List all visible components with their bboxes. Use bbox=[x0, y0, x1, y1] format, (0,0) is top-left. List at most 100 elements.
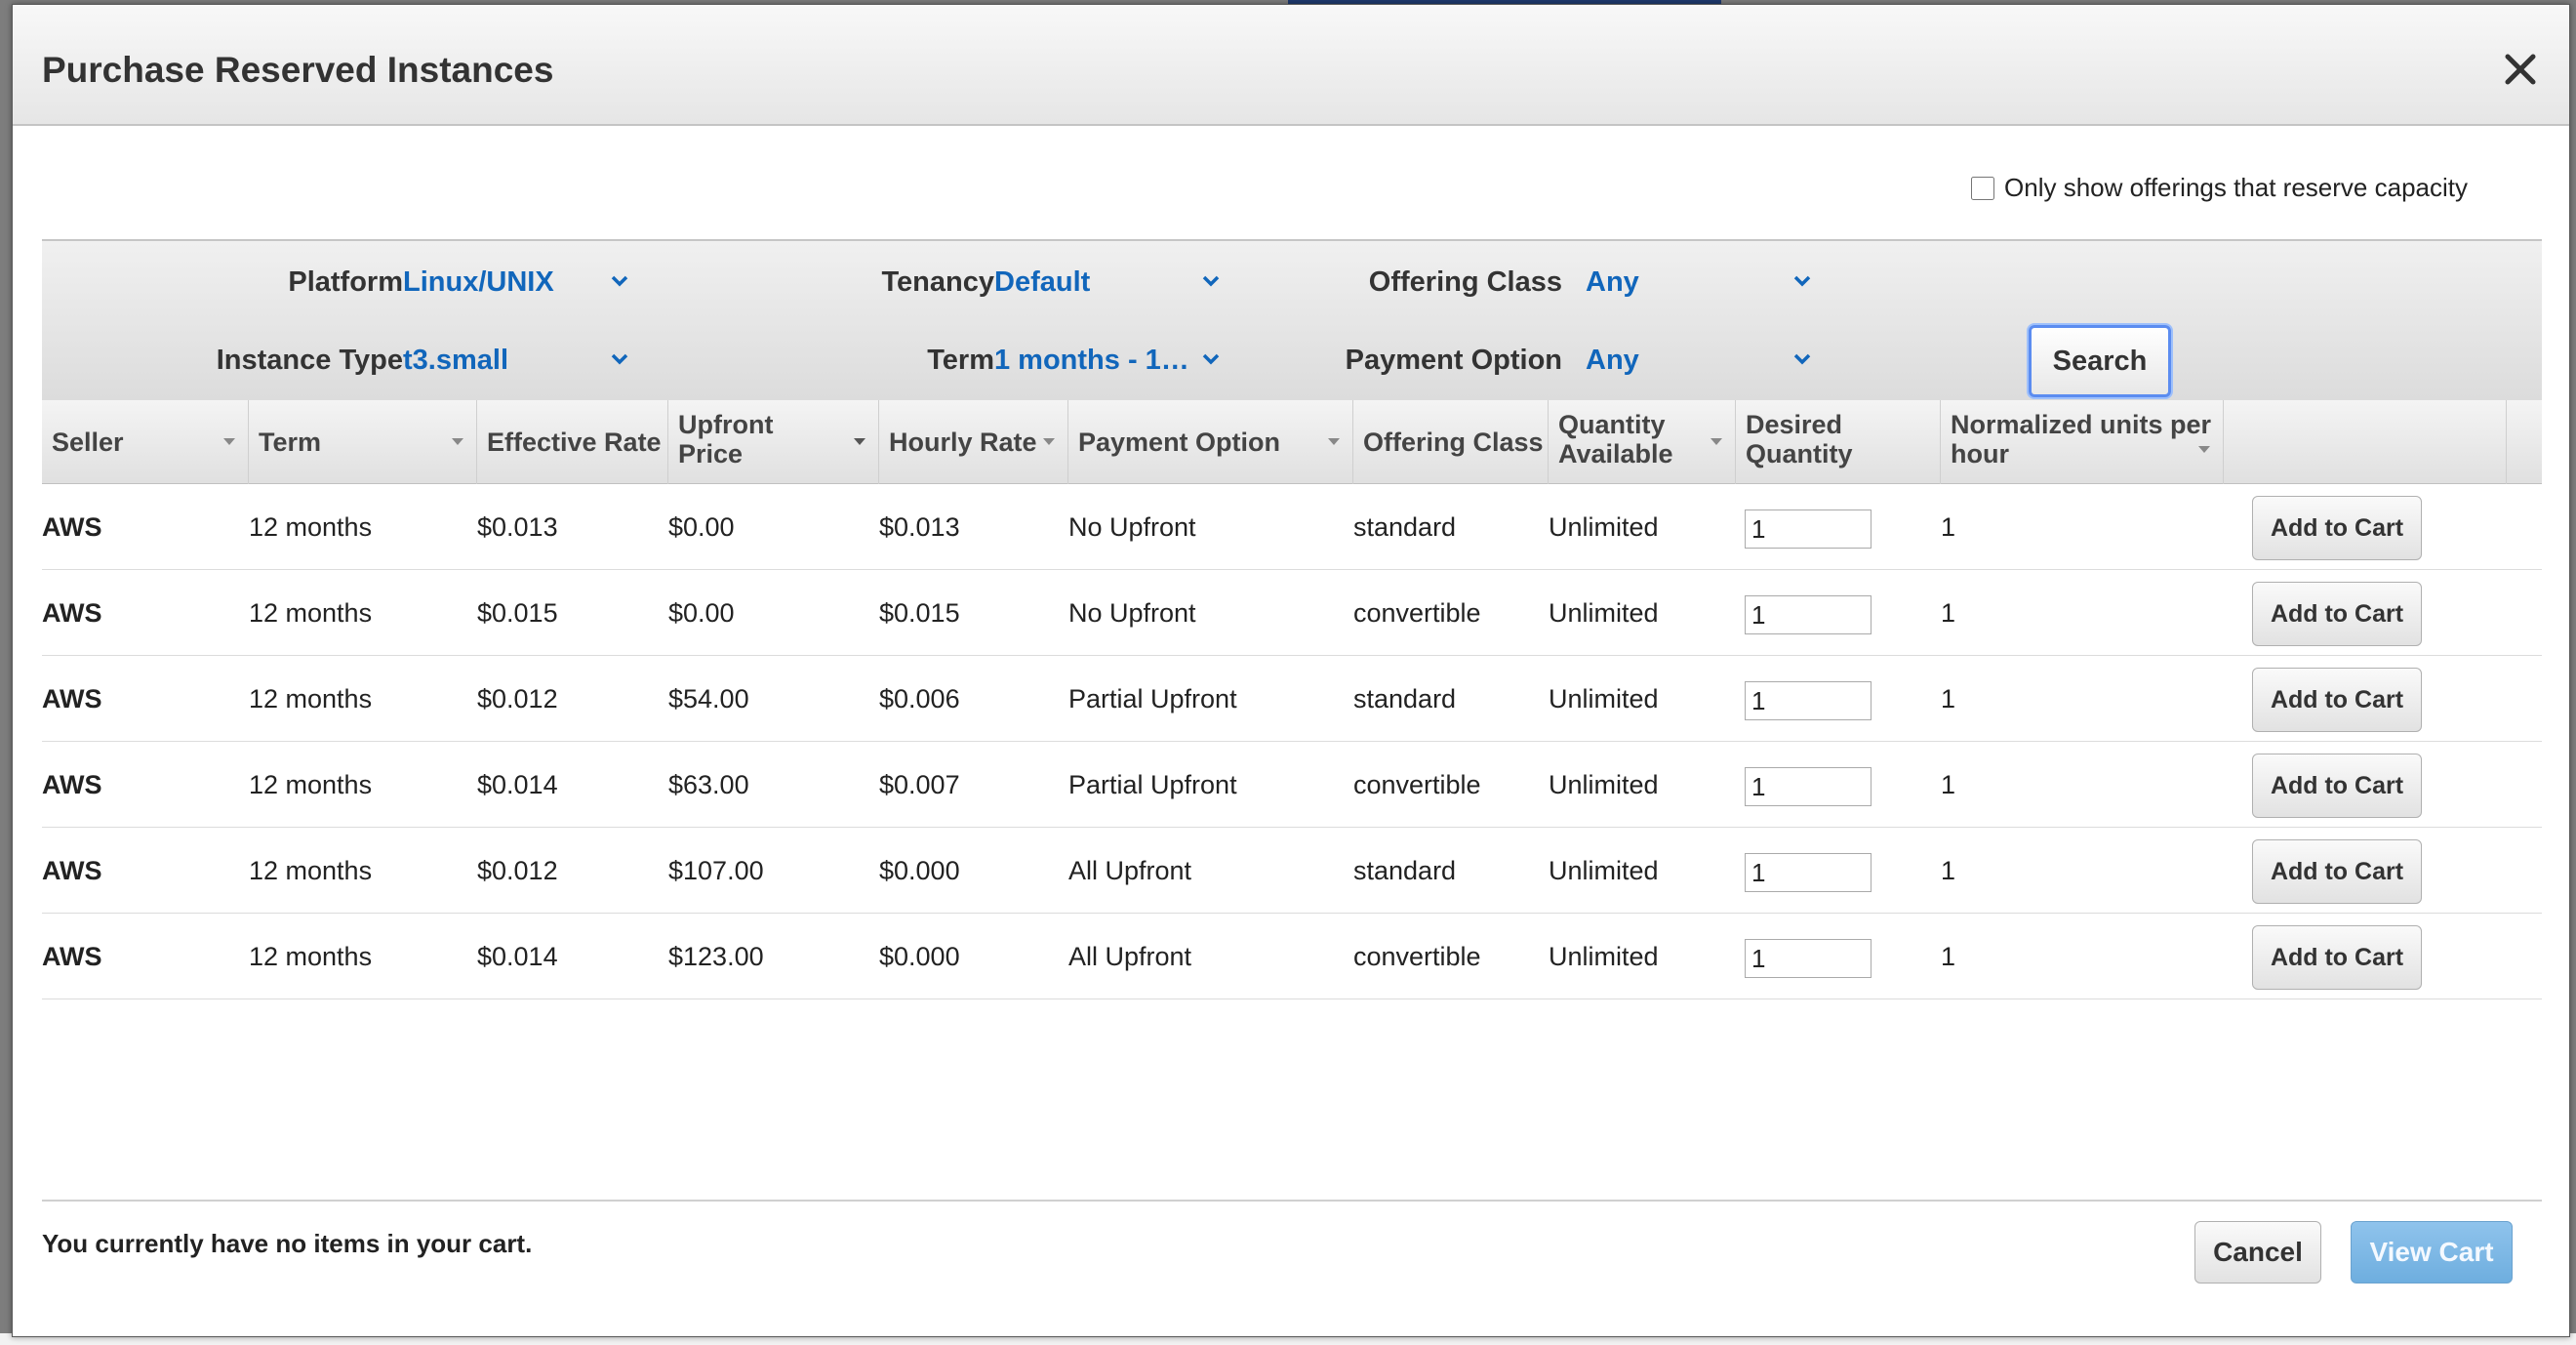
column-header-label: Effective Rate bbox=[487, 428, 662, 457]
cell-term: 12 months bbox=[249, 512, 373, 542]
table-row: AWS 12 months $0.012 $54.00 $0.006 Partial Up… bbox=[42, 656, 2542, 742]
cell-effective-rate: $0.014 bbox=[477, 770, 558, 799]
desired-quantity-input[interactable] bbox=[1745, 939, 1872, 978]
column-header-desired-quantity[interactable]: Desired Quantity bbox=[1736, 400, 1941, 484]
add-to-cart-button[interactable]: Add to Cart bbox=[2252, 839, 2422, 904]
column-header-seller[interactable]: Seller bbox=[42, 400, 249, 484]
desired-quantity-input[interactable] bbox=[1745, 681, 1872, 720]
cell-quantity-available: Unlimited bbox=[1549, 512, 1659, 542]
cell-payment-option: All Upfront bbox=[1068, 856, 1192, 885]
column-header-payment-option[interactable]: Payment Option bbox=[1068, 400, 1353, 484]
cell-normalized-units: 1 bbox=[1941, 512, 1956, 542]
cancel-button[interactable]: Cancel bbox=[2194, 1221, 2321, 1284]
chevron-down-icon bbox=[611, 353, 628, 365]
cell-offering-class: convertible bbox=[1353, 770, 1481, 799]
cell-offering-class: convertible bbox=[1353, 942, 1481, 971]
term-label: Term bbox=[927, 345, 994, 376]
platform-value: Linux/UNIX bbox=[403, 266, 554, 298]
dialog-title: Purchase Reserved Instances bbox=[42, 50, 554, 90]
column-header-quantity-available[interactable]: Quantity Available bbox=[1549, 400, 1736, 484]
platform-label: Platform bbox=[288, 266, 403, 298]
sort-caret-icon bbox=[854, 438, 865, 445]
add-to-cart-button[interactable]: Add to Cart bbox=[2252, 496, 2422, 560]
cell-term: 12 months bbox=[249, 684, 373, 713]
cell-upfront-price: $123.00 bbox=[668, 942, 764, 971]
cell-hourly-rate: $0.007 bbox=[879, 770, 960, 799]
cell-upfront-price: $0.00 bbox=[668, 512, 735, 542]
search-button[interactable]: Search bbox=[2029, 325, 2171, 397]
column-header-label: Quantity Available bbox=[1558, 410, 1673, 469]
term-value: 1 months - 1… bbox=[994, 345, 1189, 376]
column-header-label: Payment Option bbox=[1078, 428, 1281, 457]
instance-type-value: t3.small bbox=[403, 345, 508, 376]
cell-effective-rate: $0.013 bbox=[477, 512, 558, 542]
offering-class-value: Any bbox=[1586, 266, 1639, 298]
close-icon[interactable] bbox=[2499, 48, 2542, 91]
desired-quantity-input[interactable] bbox=[1745, 853, 1872, 892]
desired-quantity-input[interactable] bbox=[1745, 595, 1872, 634]
cell-quantity-available: Unlimited bbox=[1549, 770, 1659, 799]
sort-caret-icon bbox=[1043, 438, 1055, 445]
column-header-hourly-rate[interactable]: Hourly Rate bbox=[879, 400, 1068, 484]
cell-seller: AWS bbox=[42, 598, 102, 628]
reserve-capacity-label: Only show offerings that reserve capacit… bbox=[2004, 173, 2468, 202]
column-header-term[interactable]: Term bbox=[249, 400, 477, 484]
tenancy-value: Default bbox=[994, 266, 1091, 298]
cell-seller: AWS bbox=[42, 512, 102, 542]
column-header-normalized-units[interactable]: Normalized units per hour bbox=[1941, 400, 2224, 484]
column-header-upfront-price[interactable]: Upfront Price bbox=[668, 400, 879, 484]
add-to-cart-button[interactable]: Add to Cart bbox=[2252, 754, 2422, 818]
cell-offering-class: standard bbox=[1353, 684, 1457, 713]
purchase-reserved-instances-dialog: Purchase Reserved Instances Only show of… bbox=[12, 4, 2570, 1337]
desired-quantity-input[interactable] bbox=[1745, 767, 1872, 806]
sort-caret-icon bbox=[452, 438, 463, 445]
cart-status-message: You currently have no items in your cart… bbox=[42, 1229, 533, 1258]
cell-term: 12 months bbox=[249, 598, 373, 628]
cell-payment-option: Partial Upfront bbox=[1068, 684, 1237, 713]
table-row: AWS 12 months $0.014 $123.00 $0.000 All Upfro… bbox=[42, 914, 2542, 999]
chevron-down-icon bbox=[1793, 353, 1811, 365]
view-cart-button[interactable]: View Cart bbox=[2351, 1221, 2513, 1284]
cell-hourly-rate: $0.006 bbox=[879, 684, 960, 713]
reserve-capacity-option[interactable]: Only show offerings that reserve capacit… bbox=[1971, 173, 2468, 203]
cell-offering-class: convertible bbox=[1353, 598, 1481, 628]
desired-quantity-input[interactable] bbox=[1745, 509, 1872, 549]
column-header-offering-class[interactable]: Offering Class bbox=[1353, 400, 1549, 484]
column-header-label: Hourly Rate bbox=[889, 428, 1037, 457]
reserve-capacity-checkbox[interactable] bbox=[1971, 176, 1995, 200]
column-header-label: Normalized units per hour bbox=[1951, 410, 2212, 469]
table-row: AWS 12 months $0.013 $0.00 $0.013 No Upfront s… bbox=[42, 484, 2542, 570]
cell-upfront-price: $0.00 bbox=[668, 598, 735, 628]
cell-normalized-units: 1 bbox=[1941, 770, 1956, 799]
cell-term: 12 months bbox=[249, 770, 373, 799]
payment-option-value: Any bbox=[1586, 345, 1639, 376]
cell-seller: AWS bbox=[42, 770, 102, 799]
column-header-label: Desired Quantity bbox=[1746, 410, 1853, 469]
add-to-cart-button[interactable]: Add to Cart bbox=[2252, 582, 2422, 646]
add-to-cart-button[interactable]: Add to Cart bbox=[2252, 668, 2422, 732]
footer-divider bbox=[42, 1200, 2542, 1202]
cell-quantity-available: Unlimited bbox=[1549, 684, 1659, 713]
table-header: Seller Term Effective Rate Upfront Price… bbox=[42, 400, 2542, 484]
table-body: AWS 12 months $0.013 $0.00 $0.013 No Upfront s… bbox=[42, 484, 2542, 999]
cell-effective-rate: $0.012 bbox=[477, 856, 558, 885]
column-header-label: Upfront Price bbox=[678, 410, 774, 469]
cell-effective-rate: $0.014 bbox=[477, 942, 558, 971]
cell-upfront-price: $63.00 bbox=[668, 770, 749, 799]
chevron-down-icon bbox=[1202, 353, 1220, 365]
cell-payment-option: No Upfront bbox=[1068, 512, 1196, 542]
cell-payment-option: Partial Upfront bbox=[1068, 770, 1237, 799]
column-header-effective-rate[interactable]: Effective Rate bbox=[477, 400, 668, 484]
instance-type-label: Instance Type bbox=[216, 345, 403, 376]
cell-term: 12 months bbox=[249, 942, 373, 971]
cell-hourly-rate: $0.013 bbox=[879, 512, 960, 542]
column-header-label: Seller bbox=[52, 428, 124, 457]
cell-offering-class: standard bbox=[1353, 856, 1457, 885]
cell-offering-class: standard bbox=[1353, 512, 1457, 542]
add-to-cart-button[interactable]: Add to Cart bbox=[2252, 925, 2422, 990]
cell-quantity-available: Unlimited bbox=[1549, 598, 1659, 628]
cell-quantity-available: Unlimited bbox=[1549, 942, 1659, 971]
chevron-down-icon bbox=[611, 275, 628, 287]
cell-effective-rate: $0.015 bbox=[477, 598, 558, 628]
column-header-actions bbox=[2224, 400, 2507, 484]
